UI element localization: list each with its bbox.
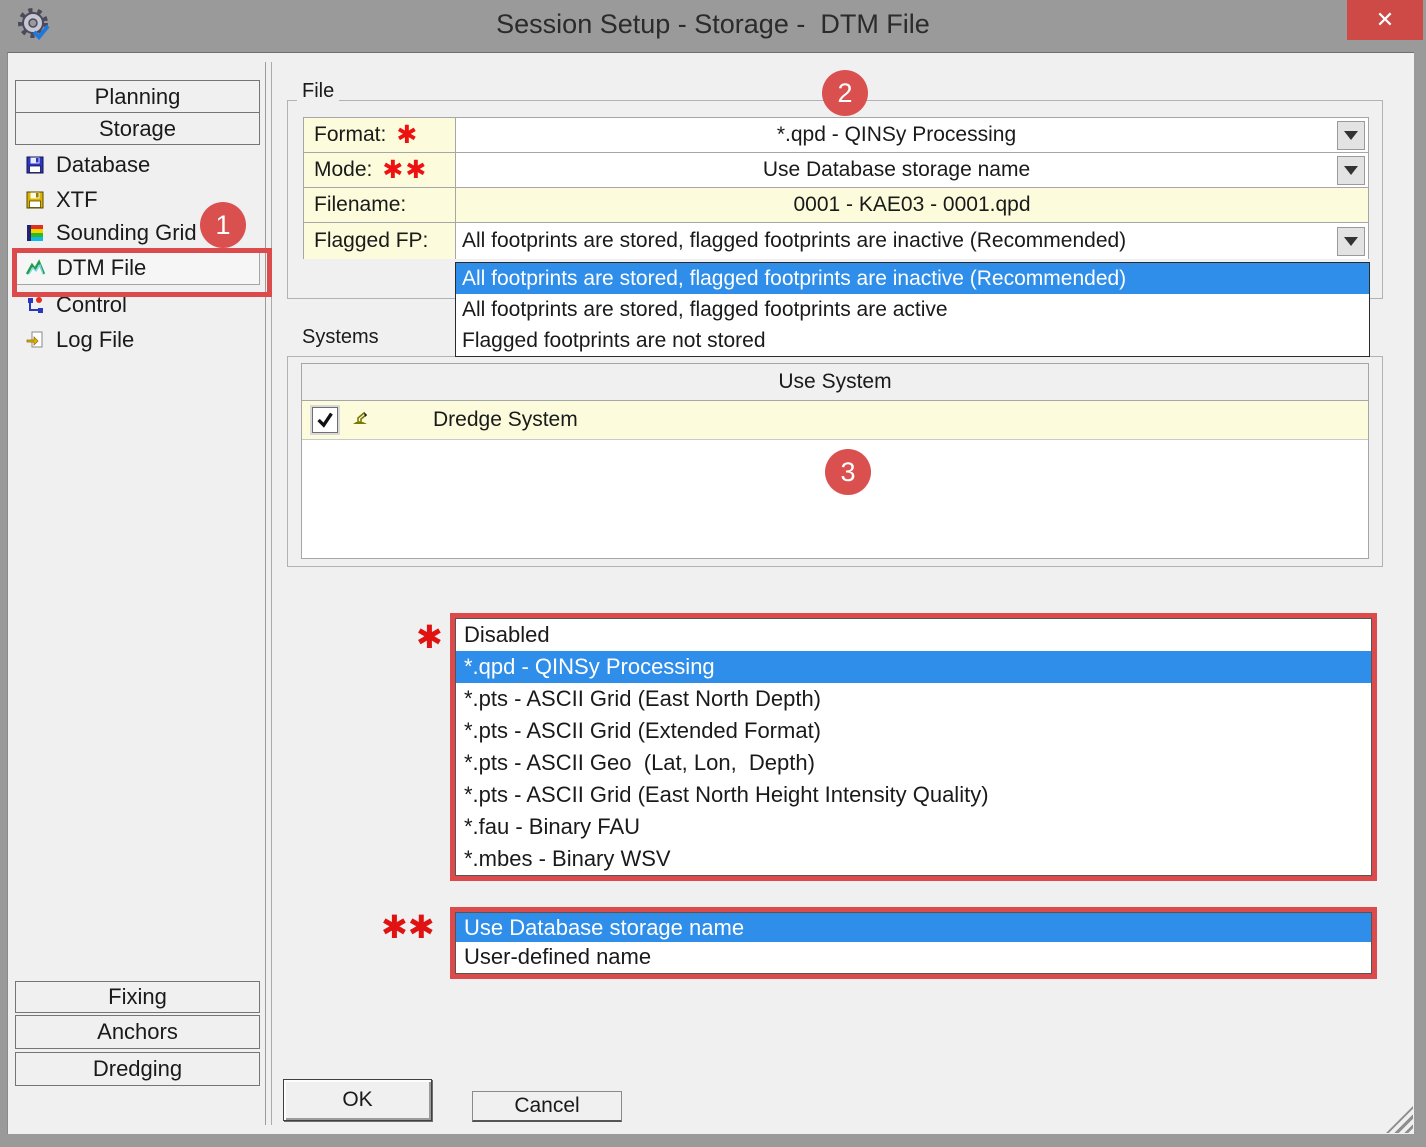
dredge-system-icon [352, 408, 369, 432]
log-file-icon [24, 331, 46, 349]
format-options-annotation-box: Disabled *.qpd - QINSy Processing *.pts … [450, 613, 1377, 881]
dropdown-option[interactable]: All footprints are stored, flagged footp… [456, 294, 1369, 325]
mode-option[interactable]: User-defined name [456, 942, 1371, 971]
chevron-down-icon [1344, 166, 1358, 175]
mode-value: Use Database storage name [456, 158, 1337, 182]
sidebar-section-fixing[interactable]: Fixing [15, 981, 260, 1013]
format-option[interactable]: *.pts - ASCII Grid (East North Depth) [456, 683, 1371, 715]
use-system-checkbox-checked[interactable] [312, 407, 338, 433]
format-option[interactable]: *.pts - ASCII Grid (East North Height In… [456, 779, 1371, 811]
filename-field: 0001 - KAE03 - 0001.qpd [456, 188, 1368, 223]
sidebar-divider [265, 62, 266, 1125]
format-option-selected[interactable]: *.qpd - QINSy Processing [456, 651, 1371, 683]
floppy-disk-blue-icon [24, 156, 46, 174]
flagged-fp-label: Flagged FP: [304, 223, 456, 259]
filename-row: Filename: 0001 - KAE03 - 0001.qpd [304, 188, 1368, 223]
format-dropdown-button[interactable] [1337, 121, 1365, 150]
title-bar[interactable]: Session Setup - Storage - DTM File ✕ [0, 0, 1426, 52]
format-value: *.qpd - QINSy Processing [456, 123, 1337, 147]
flagged-fp-dropdown-button[interactable] [1337, 227, 1365, 256]
annotation-badge-3: 3 [825, 449, 871, 495]
sidebar-item-log-file[interactable]: Log File [16, 323, 260, 357]
required-asterisk: ✱ [396, 120, 419, 150]
use-system-header: Use System [302, 364, 1368, 401]
window-title: Session Setup - Storage - DTM File [0, 9, 1426, 40]
mode-options-list: Use Database storage name User-defined n… [455, 912, 1372, 974]
filename-value: 0001 - KAE03 - 0001.qpd [456, 193, 1368, 217]
format-option[interactable]: *.fau - Binary FAU [456, 811, 1371, 843]
annotation-asterisk-format: ✱ [416, 618, 443, 656]
mode-row: Mode: ✱✱ Use Database storage name [304, 153, 1368, 188]
sidebar-divider-highlight [271, 62, 272, 1125]
filename-label: Filename: [304, 188, 456, 223]
format-row: Format: ✱ *.qpd - QINSy Processing [304, 118, 1368, 153]
mode-combo[interactable]: Use Database storage name [456, 153, 1368, 188]
sidebar-item-label: Sounding Grid [56, 220, 197, 246]
format-option[interactable]: Disabled [456, 619, 1371, 651]
required-asterisk: ✱✱ [382, 155, 428, 185]
sounding-grid-icon [24, 224, 46, 242]
sidebar-item-label: Log File [56, 327, 134, 353]
dredge-system-label: Dredge System [433, 408, 578, 432]
dropdown-option[interactable]: Flagged footprints are not stored [456, 325, 1369, 356]
format-option[interactable]: *.pts - ASCII Grid (Extended Format) [456, 715, 1371, 747]
control-nodes-icon [24, 296, 46, 314]
flagged-fp-value: All footprints are stored, flagged footp… [456, 229, 1337, 253]
flagged-fp-row: Flagged FP: All footprints are stored, f… [304, 223, 1368, 259]
mode-dropdown-button[interactable] [1337, 156, 1365, 185]
annotation-badge-2: 2 [822, 70, 868, 116]
format-label: Format: ✱ [304, 118, 456, 153]
annotation-asterisk-mode: ✱✱ [381, 908, 435, 946]
cancel-button[interactable]: Cancel [472, 1091, 622, 1122]
systems-group-label: Systems [297, 326, 384, 349]
mode-option-selected[interactable]: Use Database storage name [456, 913, 1371, 942]
sidebar-item-label: XTF [56, 187, 98, 213]
floppy-disk-yellow-icon [24, 191, 46, 209]
sidebar-section-anchors[interactable]: Anchors [15, 1015, 260, 1049]
format-combo[interactable]: *.qpd - QINSy Processing [456, 118, 1368, 153]
sidebar-section-planning[interactable]: Planning [15, 80, 260, 113]
flagged-fp-open-dropdown: All footprints are stored, flagged footp… [455, 262, 1370, 357]
session-setup-dialog: Session Setup - Storage - DTM File ✕ Pla… [0, 0, 1426, 1147]
sidebar-section-storage[interactable]: Storage [15, 112, 260, 145]
sidebar-section-dredging[interactable]: Dredging [15, 1052, 260, 1086]
mode-options-annotation-box: Use Database storage name User-defined n… [450, 907, 1377, 979]
dredge-system-row[interactable]: Dredge System [302, 401, 1368, 440]
chevron-down-icon [1344, 131, 1358, 140]
annotation-badge-1: 1 [200, 202, 246, 248]
ok-button[interactable]: OK [283, 1079, 432, 1121]
sidebar-item-label: Database [56, 152, 150, 178]
format-options-list: Disabled *.qpd - QINSy Processing *.pts … [455, 618, 1372, 876]
close-button[interactable]: ✕ [1347, 0, 1423, 40]
chevron-down-icon [1344, 237, 1358, 246]
format-option[interactable]: *.mbes - Binary WSV [456, 843, 1371, 875]
file-group-label: File [297, 80, 339, 103]
flagged-fp-combo[interactable]: All footprints are stored, flagged footp… [456, 223, 1368, 259]
sidebar-item-database[interactable]: Database [16, 148, 260, 182]
dropdown-option[interactable]: All footprints are stored, flagged footp… [456, 263, 1369, 294]
annotation-box-selected-item [12, 248, 272, 297]
file-table: Format: ✱ *.qpd - QINSy Processing Mode:… [303, 117, 1369, 259]
mode-label: Mode: ✱✱ [304, 153, 456, 188]
format-option[interactable]: *.pts - ASCII Geo (Lat, Lon, Depth) [456, 747, 1371, 779]
